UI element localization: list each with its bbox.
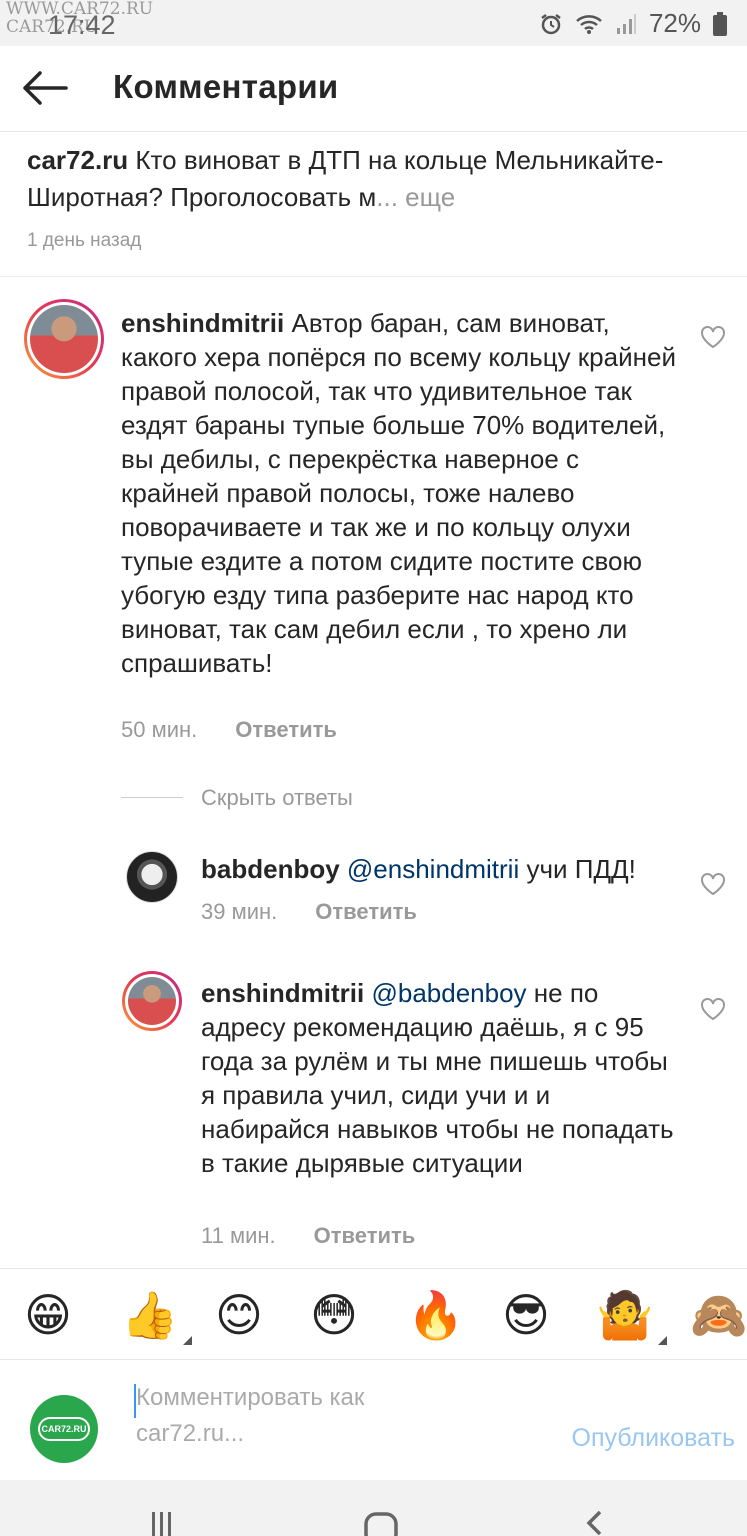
- reply-mention[interactable]: @babdenboy: [364, 978, 526, 1008]
- shrug-emoji-icon[interactable]: 🤷: [596, 1289, 668, 1345]
- reply-button[interactable]: Ответить: [235, 717, 337, 743]
- avatar[interactable]: [24, 299, 104, 379]
- caption-username[interactable]: car72.ru: [27, 145, 128, 175]
- back-arrow-icon[interactable]: [20, 68, 70, 108]
- avatar[interactable]: [126, 851, 178, 903]
- header: Комментарии: [0, 46, 747, 132]
- avatar: CAR72.RU: [30, 1395, 98, 1463]
- reply-time: 11 мин.: [201, 1223, 276, 1248]
- status-time: 17:42: [48, 10, 116, 40]
- thumbs-up-emoji-icon[interactable]: 👍: [121, 1289, 193, 1345]
- system-nav-bar: [0, 1480, 747, 1536]
- wifi-icon: [576, 14, 602, 34]
- comment-input[interactable]: Комментировать как car72.ru...: [136, 1380, 516, 1452]
- reply-comment: enshindmitrii @babdenboy не по адресу ре…: [201, 976, 676, 1180]
- caption-ellipsis: ...: [376, 182, 406, 212]
- placeholder-line-2: car72.ru...: [136, 1420, 245, 1447]
- reply-button[interactable]: Ответить: [315, 899, 417, 925]
- smiling-emoji-icon[interactable]: 😊: [215, 1289, 263, 1341]
- caption-more-link[interactable]: еще: [405, 182, 455, 212]
- page-title: Комментарии: [113, 68, 339, 105]
- comment-time: 50 мин.: [121, 717, 198, 742]
- status-icons: 72%: [539, 8, 727, 39]
- heart-icon[interactable]: [700, 872, 726, 896]
- reply-body: учи ПДД!: [519, 854, 636, 884]
- avatar[interactable]: [122, 971, 182, 1031]
- see-no-evil-emoji-icon[interactable]: 🙈: [690, 1289, 747, 1341]
- status-bar: WWW.CAR72.RU CAR72.RU 17:42 72%: [0, 0, 747, 46]
- publish-button[interactable]: Опубликовать: [572, 1424, 735, 1453]
- reply-meta: 11 мин. Ответить: [201, 1223, 415, 1249]
- car72-logo: CAR72.RU: [38, 1417, 90, 1441]
- reply-comment: babdenboy @enshindmitrii учи ПДД!: [201, 852, 691, 886]
- comment-composer: CAR72.RU Комментировать как car72.ru... …: [0, 1359, 747, 1479]
- emoji-bar: 😁 👍 😊 😳 🔥 😎 🤷 🙈: [0, 1268, 747, 1360]
- reply-mention[interactable]: @enshindmitrii: [340, 854, 519, 884]
- divider: [0, 276, 747, 277]
- reply-button[interactable]: Ответить: [314, 1223, 416, 1249]
- signal-icon: [616, 13, 636, 34]
- alarm-icon: [541, 13, 561, 34]
- placeholder-line-1: Комментировать как: [136, 1384, 365, 1411]
- flushed-emoji-icon[interactable]: 😳: [310, 1289, 358, 1341]
- reply-meta: 39 мин. Ответить: [201, 899, 417, 925]
- comment: enshindmitrii Автор баран, сам виноват, …: [121, 306, 681, 680]
- comment-meta: 50 мин. Ответить: [121, 717, 337, 743]
- comment-username[interactable]: enshindmitrii: [121, 308, 284, 338]
- heart-icon[interactable]: [700, 325, 726, 349]
- reply-username[interactable]: babdenboy: [201, 854, 340, 884]
- divider: [121, 797, 183, 798]
- grinning-emoji-icon[interactable]: 😁: [24, 1289, 72, 1341]
- home-icon[interactable]: [364, 1510, 398, 1536]
- reply-time: 39 мин.: [201, 899, 278, 924]
- post-caption: car72.ru Кто виноват в ДТП на кольце Мел…: [27, 142, 707, 216]
- reply-body: не по адресу рекомендацию даёшь, я с 95 …: [201, 978, 674, 1178]
- heart-icon[interactable]: [700, 997, 726, 1021]
- comment-body: Автор баран, сам виноват, какого хера по…: [121, 308, 676, 678]
- reply-username[interactable]: enshindmitrii: [201, 978, 364, 1008]
- battery-icon: [713, 11, 727, 36]
- recent-apps-icon[interactable]: [150, 1510, 174, 1536]
- back-nav-icon[interactable]: [584, 1510, 604, 1536]
- fire-emoji-icon[interactable]: 🔥: [407, 1289, 464, 1341]
- battery-percent: 72%: [648, 8, 701, 38]
- hide-replies-button[interactable]: Скрыть ответы: [201, 785, 353, 811]
- sunglasses-emoji-icon[interactable]: 😎: [502, 1289, 550, 1341]
- caption-timestamp: 1 день назад: [27, 230, 142, 251]
